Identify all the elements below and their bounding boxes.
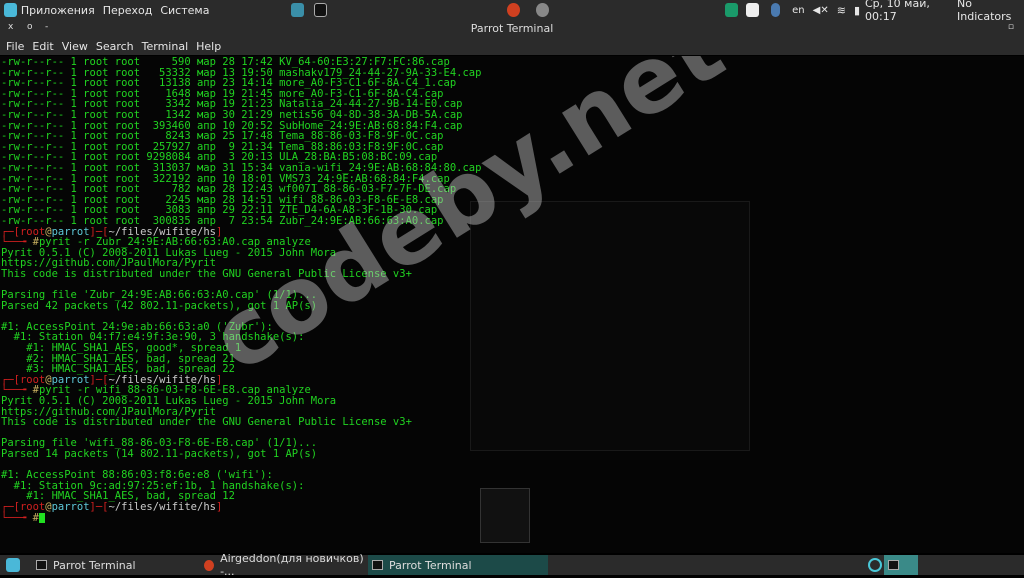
- workspace-icon[interactable]: [725, 3, 739, 17]
- menu-terminal[interactable]: Terminal: [142, 40, 189, 53]
- wifi-icon[interactable]: ≋: [837, 4, 846, 17]
- workspace-switcher[interactable]: [884, 555, 918, 575]
- prompt-path: ~/files/wifite/hs: [108, 500, 216, 513]
- bottom-taskbar: Parrot Terminal Airgeddon(для новичков) …: [0, 552, 1024, 578]
- output-line: This code is distributed under the GNU G…: [1, 267, 412, 280]
- prompt-host: parrot: [51, 500, 90, 513]
- output-line: Parsed 42 packets (42 802.11-packets), g…: [1, 299, 318, 312]
- ls-line: -rw-r--r-- 1 root root 1342 мар 30 21:29…: [1, 108, 463, 121]
- battery-icon[interactable]: ▮: [854, 4, 860, 17]
- keyboard-layout[interactable]: en: [792, 5, 805, 16]
- terminal-area[interactable]: -rw-r--r-- 1 root root 590 мар 28 17:42 …: [0, 56, 1024, 553]
- parrot-icon: [6, 558, 20, 572]
- menu-applications[interactable]: Приложения: [21, 4, 95, 17]
- menu-search[interactable]: Search: [96, 40, 134, 53]
- task-airgeddon-firefox[interactable]: Airgeddon(для новичков) -...: [200, 552, 368, 578]
- task-parrot-terminal-2[interactable]: Parrot Terminal: [368, 555, 548, 575]
- menu-file[interactable]: File: [6, 40, 24, 53]
- terminal-menubar: File Edit View Search Terminal Help: [0, 37, 1024, 55]
- menu-view[interactable]: View: [62, 40, 88, 53]
- output-line: Pyrit 0.5.1 (C) 2008-2011 Lukas Lueg - 2…: [1, 395, 337, 407]
- ls-line: -rw-r--r-- 1 root root 313037 мар 31 15:…: [1, 161, 482, 174]
- parrot-menu-icon[interactable]: [4, 3, 17, 17]
- menu-system[interactable]: Система: [160, 4, 209, 17]
- background-window-ghost: [470, 201, 750, 451]
- bluetooth-icon[interactable]: [770, 3, 781, 17]
- command-line: └──╼ #: [1, 511, 481, 524]
- task-label: Parrot Terminal: [389, 558, 472, 572]
- task-parrot-terminal-1[interactable]: Parrot Terminal: [32, 555, 192, 575]
- output-line: This code is distributed under the GNU G…: [1, 416, 412, 429]
- task-label: Airgeddon(для новичков) -...: [220, 552, 364, 578]
- firefox-icon: [204, 559, 215, 571]
- terminal-cursor: [38, 512, 45, 523]
- window-title: Parrot Terminal: [470, 22, 554, 35]
- document-icon[interactable]: [746, 3, 759, 17]
- prompt-bracket: ]: [215, 500, 223, 513]
- menu-places[interactable]: Переход: [103, 4, 153, 17]
- prompt-bracket: ]─[: [89, 500, 109, 513]
- ls-line: -rw-r--r-- 1 root root 590 мар 28 17:42 …: [1, 56, 450, 68]
- maltego-launcher-icon[interactable]: [291, 3, 305, 17]
- taskbar-menu-button[interactable]: [2, 555, 22, 575]
- task-label: Parrot Terminal: [53, 558, 136, 572]
- menu-edit[interactable]: Edit: [32, 40, 53, 53]
- top-panel: Приложения Переход Система en ◀✕ ≋ ▮ Ср,…: [0, 0, 1024, 23]
- workspace-icon: [888, 560, 899, 570]
- prompt-line: ┌─[root@parrot]─[~/files/wifite/hs]: [1, 502, 481, 513]
- prompt-arrow: └──╼: [1, 511, 33, 524]
- terminal-launcher-icon[interactable]: [314, 3, 328, 17]
- output-line: Parsed 14 packets (14 802.11-packets), g…: [1, 447, 318, 460]
- terminal-output: -rw-r--r-- 1 root root 590 мар 28 17:42 …: [1, 57, 481, 523]
- window-menu-button[interactable]: ▫: [1008, 22, 1014, 32]
- show-desktop-button[interactable]: [864, 555, 882, 575]
- menu-help[interactable]: Help: [196, 40, 221, 53]
- network-tool-icon[interactable]: [536, 3, 550, 17]
- background-thumbnail-ghost: [480, 488, 530, 543]
- window-titlebar: x o - Parrot Terminal ▫: [0, 20, 1024, 37]
- volume-muted-icon[interactable]: ◀✕: [813, 5, 829, 16]
- no-entry-icon: [868, 558, 882, 572]
- terminal-icon: [372, 560, 383, 570]
- firefox-launcher-icon[interactable]: [507, 3, 521, 17]
- terminal-icon: [36, 560, 47, 570]
